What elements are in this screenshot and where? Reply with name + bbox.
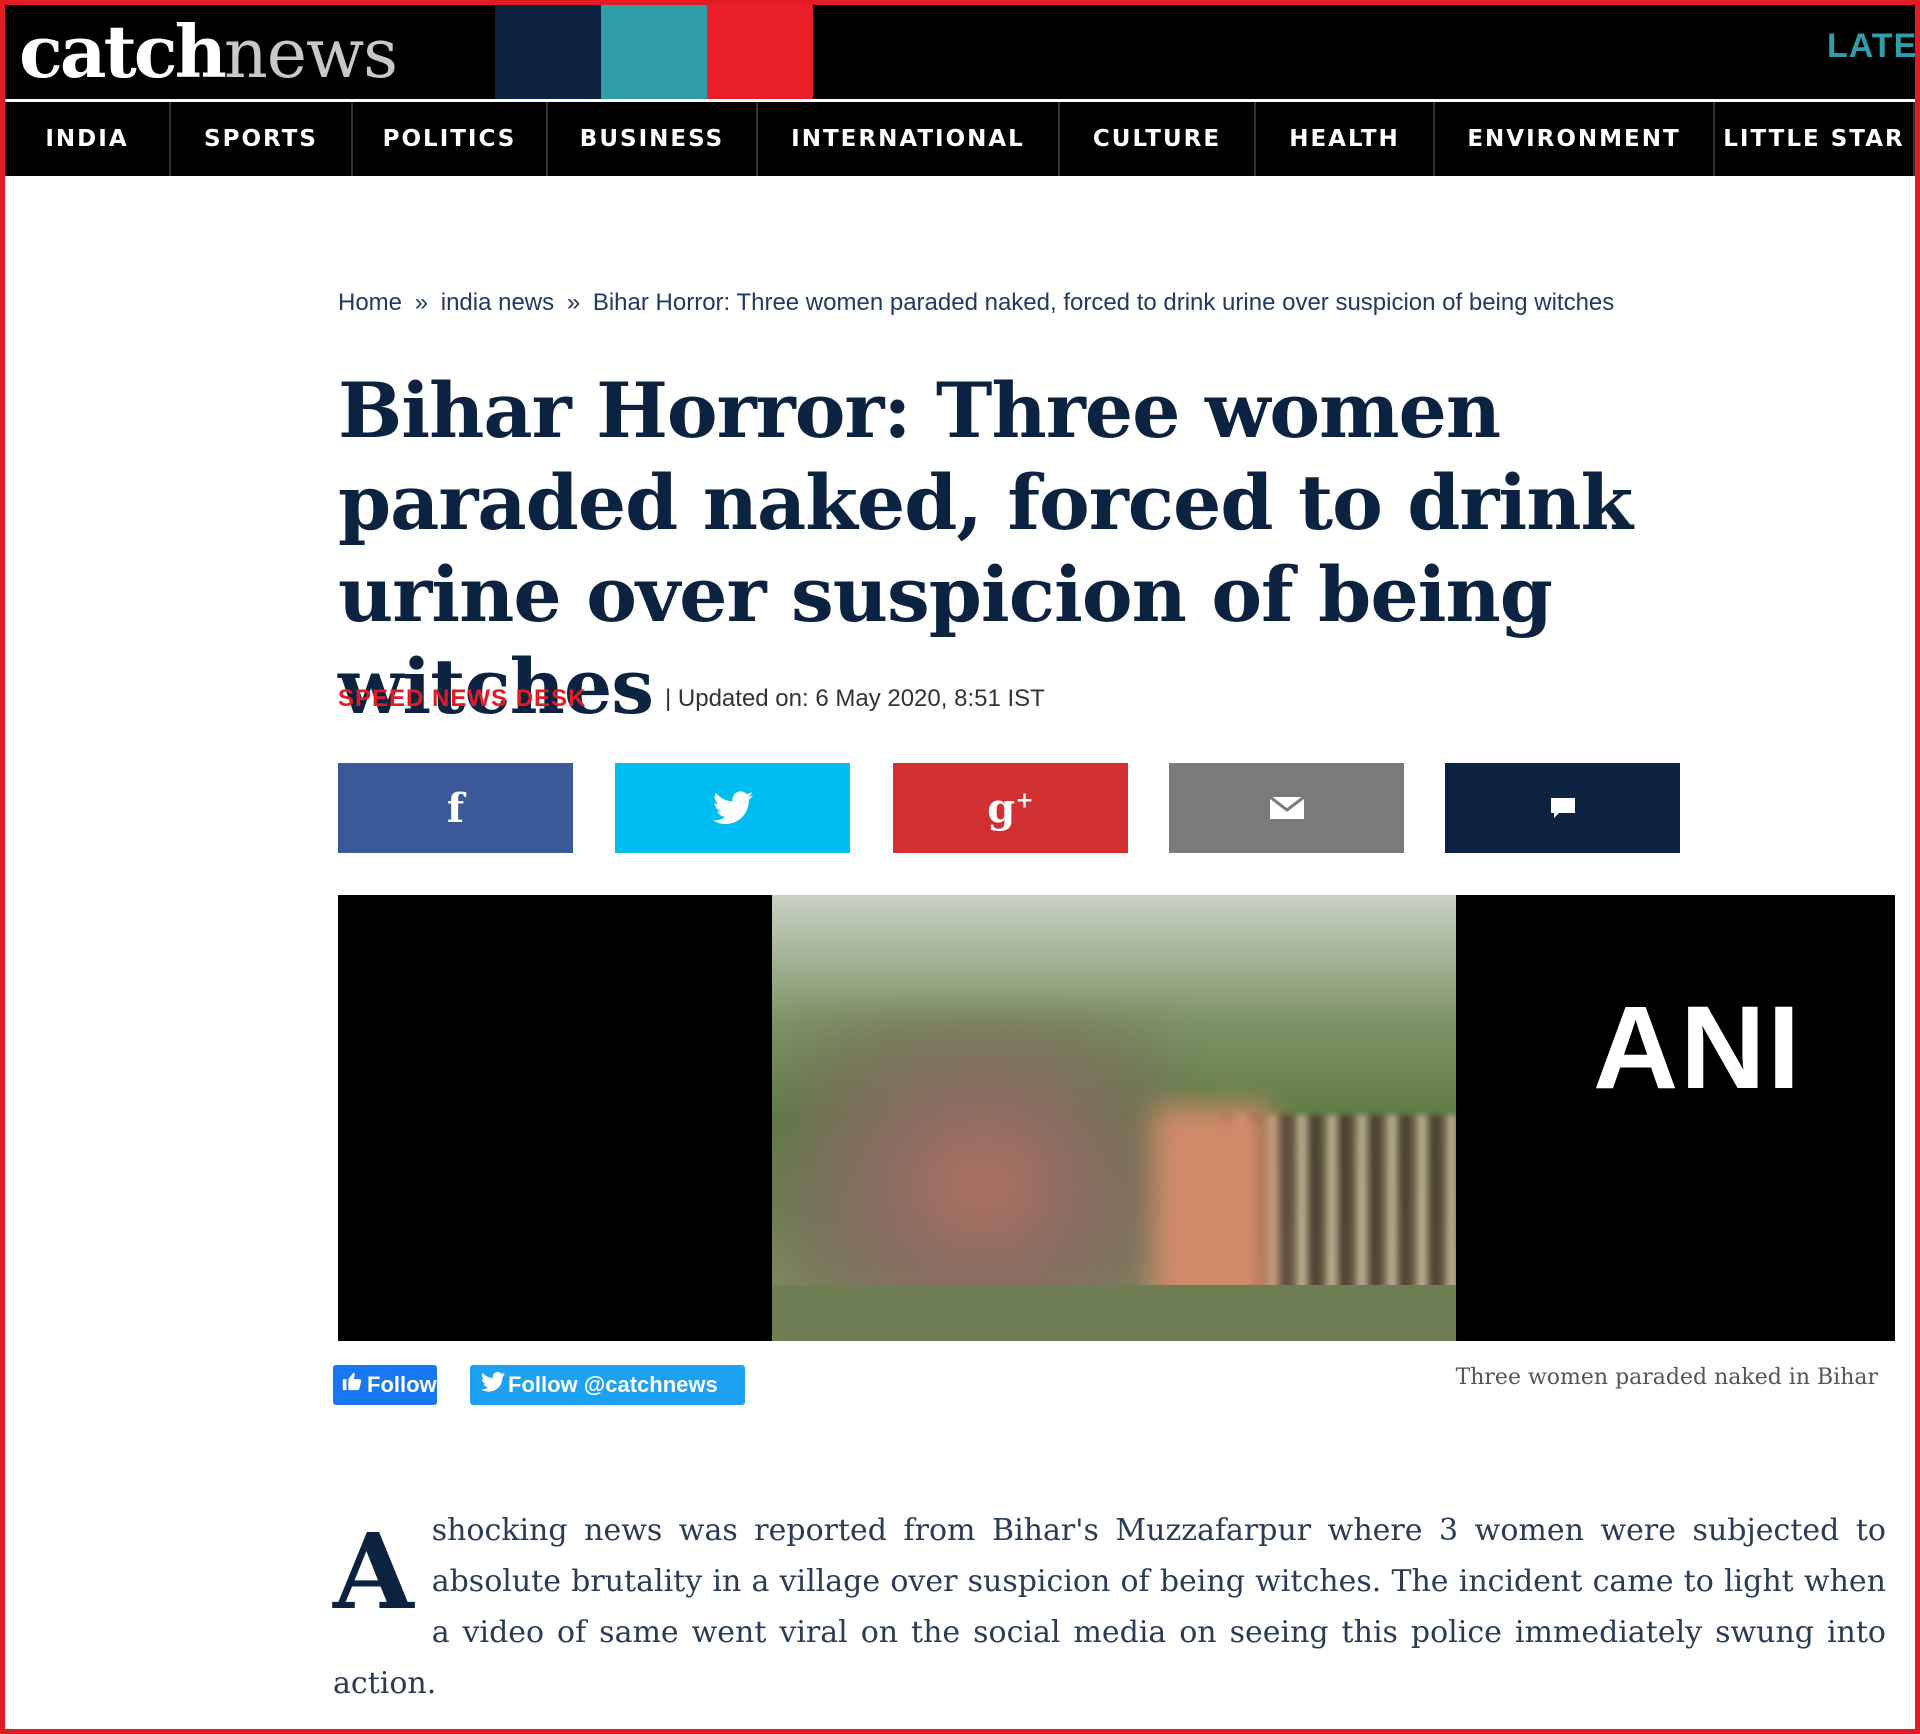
blurred-photo — [772, 895, 1456, 1341]
thumbs-up-icon — [337, 1365, 367, 1405]
nav-item-politics[interactable]: POLITICS — [353, 102, 548, 176]
logo-news: news — [223, 15, 398, 94]
share-google-plus-button[interactable]: g+ — [893, 763, 1128, 853]
nav-item-sports[interactable]: SPORTS — [171, 102, 353, 176]
updated-timestamp: | Updated on: 6 May 2020, 8:51 IST — [665, 685, 1045, 712]
twitter-follow-button[interactable]: Follow @catchnews — [470, 1365, 745, 1405]
nav-item-business[interactable]: BUSINESS — [548, 102, 758, 176]
nav-item-culture[interactable]: CULTURE — [1060, 102, 1256, 176]
breadcrumb-current: Bihar Horror: Three women paraded naked,… — [592, 289, 1615, 316]
share-email-button[interactable] — [1169, 763, 1404, 853]
article-headline: Bihar Horror: Three women paraded naked,… — [338, 366, 1633, 731]
nav-item-health[interactable]: HEALTH — [1256, 102, 1435, 176]
share-comment-button[interactable] — [1445, 763, 1680, 853]
nav-item-little-star[interactable]: LITTLE STAR — [1715, 102, 1915, 176]
byline: SPEED NEWS DESK | Updated on: 6 May 2020… — [338, 685, 1045, 713]
site-logo[interactable]: catchnews — [19, 9, 398, 95]
facebook-follow-button[interactable]: Follow — [333, 1365, 437, 1405]
top-bar: catchnews LATEST — [5, 5, 1915, 99]
share-twitter-button[interactable] — [615, 763, 850, 853]
twitter-follow-label: Follow @catchnews — [508, 1372, 718, 1397]
facebook-follow-label: Follow — [367, 1372, 437, 1397]
image-caption: Three women paraded naked in Bihar — [1455, 1365, 1878, 1390]
ground — [772, 1285, 1456, 1341]
browser-frame: catchnews LATEST INDIA SPORTS POLITICS B… — [0, 0, 1920, 1734]
share-facebook-button[interactable]: f — [338, 763, 573, 853]
facebook-icon: f — [446, 784, 465, 832]
nav-item-environment[interactable]: ENVIRONMENT — [1435, 102, 1715, 176]
twitter-bird-icon — [478, 1365, 508, 1405]
comment-icon — [1550, 798, 1575, 818]
breadcrumb-section[interactable]: india news — [441, 289, 554, 316]
blur-region — [792, 1015, 1172, 1325]
breadcrumb-separator: » — [414, 289, 429, 316]
author-link[interactable]: SPEED NEWS DESK — [338, 685, 586, 712]
nav-item-international[interactable]: INTERNATIONAL — [758, 102, 1060, 176]
drop-cap: A — [333, 1510, 414, 1633]
brand-block-red — [707, 5, 813, 99]
brand-block-navy — [495, 5, 601, 99]
brand-block-teal — [601, 5, 707, 99]
nav-item-india[interactable]: INDIA — [5, 102, 171, 176]
main-nav: INDIA SPORTS POLITICS BUSINESS INTERNATI… — [5, 102, 1915, 176]
breadcrumb-separator: » — [566, 289, 581, 316]
ani-watermark: ANI — [1593, 982, 1803, 1114]
article-body: Ashocking news was reported from Bihar's… — [333, 1505, 1886, 1709]
logo-catch: catch — [19, 9, 227, 94]
article-body-text: shocking news was reported from Bihar's … — [333, 1513, 1886, 1701]
latest-link[interactable]: LATEST — [1827, 27, 1915, 66]
breadcrumb-home[interactable]: Home — [338, 289, 402, 316]
article-image[interactable]: ANI — [338, 895, 1895, 1341]
twitter-icon — [712, 791, 753, 824]
email-icon — [1268, 796, 1305, 819]
breadcrumb: Home » india news » Bihar Horror: Three … — [338, 289, 1614, 317]
google-plus-icon: g+ — [987, 784, 1034, 832]
